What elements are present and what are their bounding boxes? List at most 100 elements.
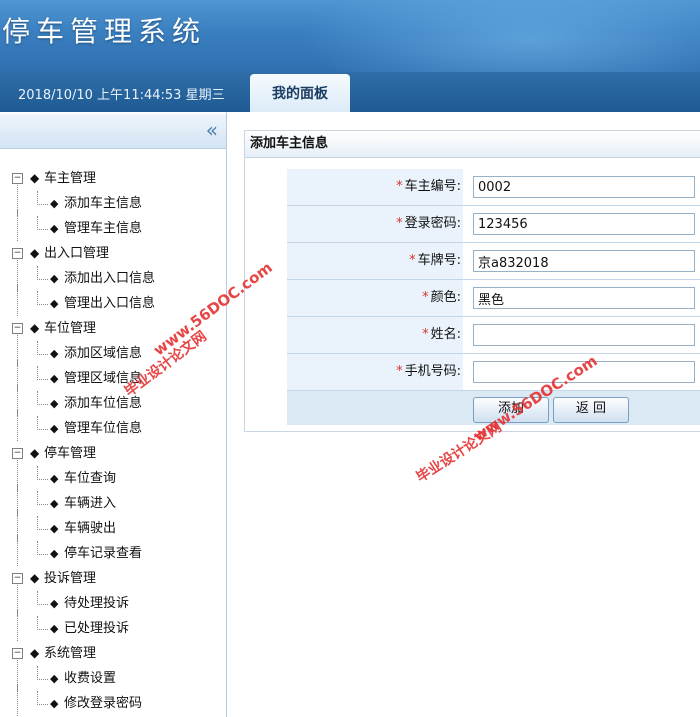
tree-branch-line <box>37 391 48 405</box>
tree-line <box>17 685 18 716</box>
tree-branch-line <box>37 616 48 630</box>
tree-line <box>17 410 18 441</box>
menu-item-label: 已处理投诉 <box>64 621 130 636</box>
menu-bullet-icon: ◆ <box>50 622 59 635</box>
menu-item-label: 添加出入口信息 <box>64 271 156 286</box>
menu-group-label: 车主管理 <box>44 171 97 186</box>
back-button[interactable]: 返 回 <box>553 397 629 423</box>
sidebar-menu-item[interactable]: ◆ 管理区域信息 <box>0 360 226 391</box>
menu-group[interactable]: − ◆ 系统管理 <box>0 641 226 666</box>
menu-group[interactable]: − ◆ 车主管理 <box>0 166 226 191</box>
menu-group[interactable]: − ◆ 出入口管理 <box>0 241 226 266</box>
menu-tree: − ◆ 车主管理 ◆ 添加车主信息 ◆ 管理车主信息 − ◆ 出入口管理 ◆ 添加出入口信息 ◆ 管理出入… <box>0 166 226 716</box>
sidebar-menu-item[interactable]: ◆ 已处理投诉 <box>0 610 226 641</box>
sidebar-menu-item[interactable]: ◆ 待处理投诉 <box>0 585 226 616</box>
form-row: * 车主编号: <box>287 169 700 206</box>
password-input[interactable] <box>473 213 695 235</box>
expand-toggle-icon[interactable]: − <box>12 573 23 584</box>
collapse-sidebar-icon[interactable]: « <box>206 118 218 142</box>
tree-branch-line <box>37 466 48 480</box>
sidebar-menu-item[interactable]: ◆ 添加出入口信息 <box>0 260 226 291</box>
tree-branch-line <box>37 491 48 505</box>
menu-group-label: 车位管理 <box>44 321 97 336</box>
form-row: * 手机号码: <box>287 354 700 391</box>
form-row: * 车牌号: <box>287 243 700 280</box>
sidebar-menu-item[interactable]: ◆ 车辆进入 <box>0 485 226 516</box>
color-input[interactable] <box>473 287 695 309</box>
phone-label: 手机号码: <box>404 364 461 379</box>
menu-item-label: 修改登录密码 <box>64 696 143 711</box>
sidebar-menu-item[interactable]: ◆ 添加车主信息 <box>0 185 226 216</box>
expand-toggle-icon[interactable]: − <box>12 448 23 459</box>
required-mark: * <box>396 216 403 231</box>
password-label: 登录密码: <box>404 216 461 231</box>
sidebar-collapse-bar: « <box>0 114 226 149</box>
menu-bullet-icon: ◆ <box>50 222 59 235</box>
tab-my-panel[interactable]: 我的面板 <box>250 74 350 112</box>
panel-title: 添加车主信息 <box>245 131 700 158</box>
tree-branch-line <box>37 516 48 530</box>
menu-bullet-icon: ◆ <box>30 246 40 260</box>
system-title: 停车管理系统 <box>2 15 207 48</box>
menu-group[interactable]: − ◆ 停车管理 <box>0 441 226 466</box>
menu-bullet-icon: ◆ <box>50 522 59 535</box>
tree-branch-line <box>37 416 48 430</box>
menu-bullet-icon: ◆ <box>30 321 40 335</box>
datetime-display: 2018/10/10 上午11:44:53 星期三 <box>18 88 225 103</box>
tree-branch-line <box>37 291 48 305</box>
sidebar-menu-item[interactable]: ◆ 管理车位信息 <box>0 410 226 441</box>
menu-item-label: 停车记录查看 <box>64 546 143 561</box>
sidebar-menu-item[interactable]: ◆ 停车记录查看 <box>0 535 226 566</box>
menu-item-label: 添加车主信息 <box>64 196 143 211</box>
menu-bullet-icon: ◆ <box>50 672 59 685</box>
menu-item-label: 车辆驶出 <box>64 521 117 536</box>
sidebar-menu-item[interactable]: ◆ 车辆驶出 <box>0 510 226 541</box>
plate-number-input[interactable] <box>473 250 695 272</box>
menu-bullet-icon: ◆ <box>30 646 40 660</box>
sidebar-menu-item[interactable]: ◆ 管理车主信息 <box>0 210 226 241</box>
sidebar: « − ◆ 车主管理 ◆ 添加车主信息 ◆ 管理车主信息 − ◆ 出入口管理 ◆ 添加出入口信息 ◆ 管理… <box>0 112 227 717</box>
tree-branch-line <box>37 541 48 555</box>
name-input[interactable] <box>473 324 695 346</box>
sidebar-menu-item[interactable]: ◆ 添加车位信息 <box>0 385 226 416</box>
form-row: * 颜色: <box>287 280 700 317</box>
expand-toggle-icon[interactable]: − <box>12 173 23 184</box>
sidebar-menu-item[interactable]: ◆ 收费设置 <box>0 660 226 691</box>
menu-bullet-icon: ◆ <box>30 446 40 460</box>
menu-bullet-icon: ◆ <box>50 397 59 410</box>
required-mark: * <box>422 290 429 305</box>
header-glow <box>300 0 700 72</box>
tree-line <box>17 610 18 641</box>
color-label: 颜色: <box>430 290 461 305</box>
menu-bullet-icon: ◆ <box>30 571 40 585</box>
required-mark: * <box>396 179 403 194</box>
menu-item-label: 待处理投诉 <box>64 596 130 611</box>
expand-toggle-icon[interactable]: − <box>12 648 23 659</box>
menu-item-label: 收费设置 <box>64 671 117 686</box>
menu-item-label: 管理车主信息 <box>64 221 143 236</box>
form-row: * 姓名: <box>287 317 700 354</box>
tree-line <box>17 535 18 566</box>
expand-toggle-icon[interactable]: − <box>12 323 23 334</box>
owner-id-label: 车主编号: <box>404 179 461 194</box>
menu-group-label: 出入口管理 <box>44 246 110 261</box>
menu-bullet-icon: ◆ <box>50 197 59 210</box>
menu-bullet-icon: ◆ <box>30 171 40 185</box>
tree-branch-line <box>37 341 48 355</box>
tree-line <box>17 210 18 241</box>
required-mark: * <box>422 327 429 342</box>
menu-bullet-icon: ◆ <box>50 347 59 360</box>
menu-bullet-icon: ◆ <box>50 372 59 385</box>
tree-branch-line <box>37 191 48 205</box>
required-mark: * <box>396 364 403 379</box>
menu-bullet-icon: ◆ <box>50 472 59 485</box>
owner-id-input[interactable] <box>473 176 695 198</box>
menu-item-label: 车辆进入 <box>64 496 117 511</box>
menu-group[interactable]: − ◆ 投诉管理 <box>0 566 226 591</box>
menu-item-label: 管理出入口信息 <box>64 296 156 311</box>
sidebar-menu-item[interactable]: ◆ 车位查询 <box>0 460 226 491</box>
menu-item-label: 添加区域信息 <box>64 346 143 361</box>
menu-bullet-icon: ◆ <box>50 422 59 435</box>
sidebar-menu-item[interactable]: ◆ 修改登录密码 <box>0 685 226 716</box>
expand-toggle-icon[interactable]: − <box>12 248 23 259</box>
